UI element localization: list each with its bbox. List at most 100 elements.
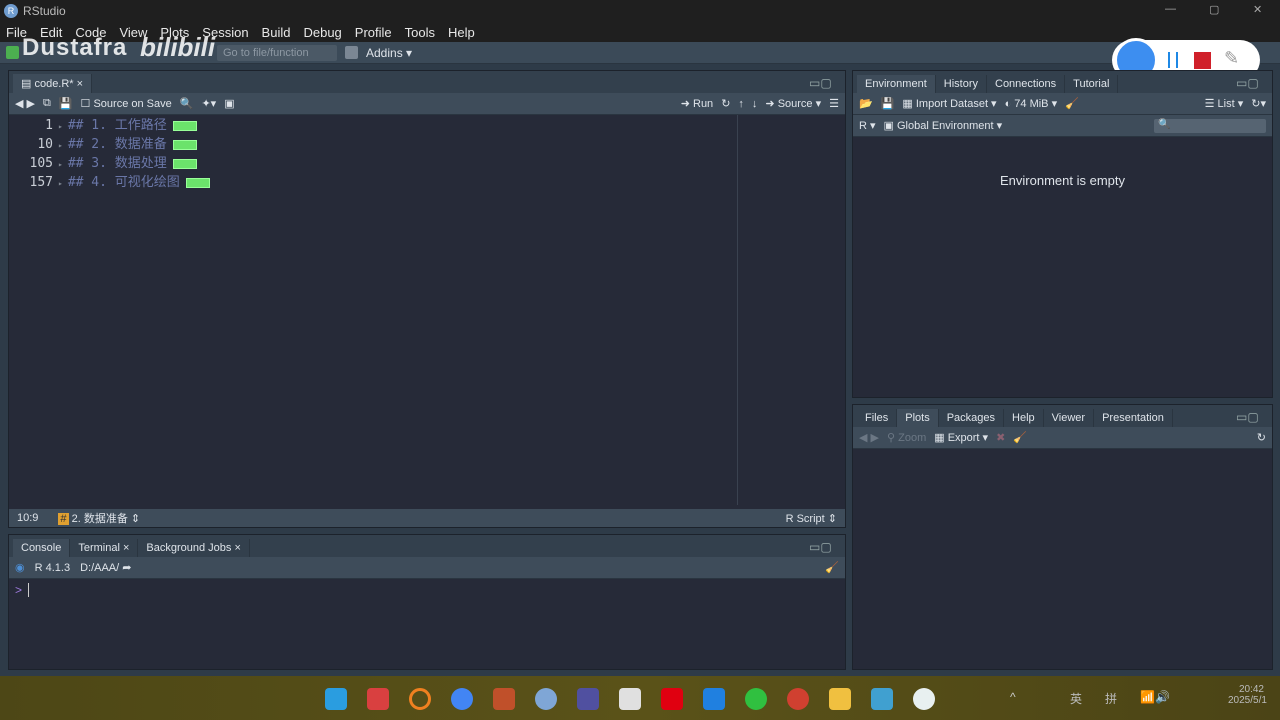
tab-plots[interactable]: Plots	[897, 409, 939, 427]
remove-plot-icon[interactable]: ✖	[996, 431, 1005, 444]
clock[interactable]: 20:42 2025/5/1	[1228, 684, 1267, 706]
refresh-icon[interactable]: ↻▾	[1251, 97, 1266, 110]
fold-arrow-icon[interactable]: ▸	[58, 141, 63, 150]
start-icon[interactable]	[325, 688, 347, 710]
close-button[interactable]: ✕	[1253, 3, 1262, 16]
section-navigator[interactable]: # 2. 数据准备 ⇕	[58, 510, 140, 526]
rerun-icon[interactable]: ↻	[721, 97, 730, 110]
load-workspace-icon[interactable]: 📂	[859, 97, 873, 110]
zotero-icon[interactable]	[619, 688, 641, 710]
notepad-icon[interactable]	[871, 688, 893, 710]
app-icon[interactable]	[367, 688, 389, 710]
source-button[interactable]: ➜ Source ▾	[765, 97, 821, 110]
app-star-icon[interactable]	[703, 688, 725, 710]
grid-app-icon[interactable]	[577, 688, 599, 710]
memory-usage[interactable]: ◐ 74 MiB ▾	[1005, 97, 1058, 110]
pause-icon[interactable]	[1168, 52, 1178, 68]
refresh-icon[interactable]: ↻	[1257, 431, 1266, 444]
fold-arrow-icon[interactable]: ▸	[58, 122, 63, 131]
language-select[interactable]: R ▾	[859, 119, 876, 132]
code-tools-icon[interactable]: ✦▾	[201, 97, 216, 110]
outline-icon[interactable]: ☰	[829, 97, 839, 110]
tab-console[interactable]: Console	[13, 539, 71, 557]
clear-plots-icon[interactable]: 🧹	[1013, 431, 1027, 444]
network-volume-icon[interactable]: 📶🔊	[1140, 690, 1170, 704]
chrome-icon[interactable]	[451, 688, 473, 710]
tab-environment[interactable]: Environment	[857, 75, 936, 93]
clear-objects-icon[interactable]: 🧹	[1065, 97, 1079, 110]
tab-code-r[interactable]: ▤ code.R* ×	[13, 74, 93, 93]
wechat-icon[interactable]	[745, 688, 767, 710]
view-mode-select[interactable]: ☰ List ▾	[1205, 97, 1244, 110]
console-input[interactable]: >	[9, 579, 845, 601]
tab-help[interactable]: Help	[1004, 409, 1044, 427]
scope-select[interactable]: ▣ Global Environment ▾	[884, 119, 1003, 132]
netease-music-icon[interactable]	[661, 688, 683, 710]
maximize-pane-icon[interactable]: ▭▢	[809, 540, 837, 554]
up-arrow-icon[interactable]: ↑	[738, 98, 744, 110]
tab-tutorial[interactable]: Tutorial	[1065, 75, 1119, 93]
menu-profile[interactable]: Profile	[355, 25, 392, 40]
maximize-pane-icon[interactable]: ▭▢	[1236, 76, 1264, 90]
tray-chevron-icon[interactable]: ^	[1010, 690, 1016, 704]
folded-marker[interactable]	[172, 139, 197, 150]
export-button[interactable]: ▦ Export ▾	[934, 431, 988, 444]
code-editor[interactable]: 1 ▸ ## 1. 工作路径 10 ▸ ## 2. 数据准备 105 ▸ ## 3. 数据处…	[9, 115, 845, 505]
powerpoint-icon[interactable]	[787, 688, 809, 710]
run-button[interactable]: ➜ Run	[681, 97, 713, 110]
tab-viewer[interactable]: Viewer	[1044, 409, 1095, 427]
plot-nav-icon[interactable]: ◀ ▶	[859, 431, 879, 444]
menu-debug[interactable]: Debug	[303, 25, 341, 40]
back-icon[interactable]: ◀ ▶	[15, 97, 35, 110]
date: 2025/5/1	[1228, 695, 1267, 706]
folded-marker[interactable]	[185, 177, 210, 188]
r-icon[interactable]	[535, 688, 557, 710]
clear-console-icon[interactable]: 🧹	[825, 561, 839, 574]
maximize-pane-icon[interactable]: ▭▢	[809, 76, 837, 90]
tab-connections[interactable]: Connections	[987, 75, 1066, 93]
tab-files[interactable]: Files	[857, 409, 898, 427]
environment-search-input[interactable]: 🔍	[1154, 118, 1266, 133]
menu-tools[interactable]: Tools	[405, 25, 435, 40]
ime-pinyin[interactable]: 拼	[1105, 690, 1117, 707]
tab-background-jobs[interactable]: Background Jobs ×	[138, 539, 250, 557]
file-explorer-icon[interactable]	[829, 688, 851, 710]
stop-icon[interactable]	[1194, 52, 1211, 69]
show-in-window-icon[interactable]: ⧉	[43, 97, 51, 110]
save-workspace-icon[interactable]: 💾	[881, 97, 895, 110]
fold-arrow-icon[interactable]: ▸	[58, 160, 63, 169]
goto-file-input[interactable]: Go to file/function	[217, 44, 337, 61]
code-line: 1 ▸ ## 1. 工作路径	[9, 117, 845, 136]
folded-marker[interactable]	[172, 120, 197, 131]
pen-icon[interactable]: ✎	[1224, 48, 1239, 69]
view-label: List	[1217, 98, 1235, 110]
app-flower-icon[interactable]	[913, 688, 935, 710]
workspace-panes-icon[interactable]	[345, 46, 358, 59]
minimize-button[interactable]: —	[1165, 3, 1176, 15]
save-icon[interactable]: 💾	[59, 97, 73, 110]
maximize-button[interactable]: ▢	[1209, 3, 1219, 16]
down-arrow-icon[interactable]: ↓	[752, 98, 758, 110]
zoom-button[interactable]: ⚲ Zoom	[887, 431, 926, 444]
tab-presentation[interactable]: Presentation	[1094, 409, 1173, 427]
ime-mode[interactable]: 英	[1070, 690, 1082, 707]
source-on-save-checkbox[interactable]: ☐ Source on Save	[81, 97, 172, 110]
filetype-selector[interactable]: R Script ⇕	[786, 512, 837, 525]
working-dir[interactable]: D:/AAA/ ➦	[80, 561, 131, 574]
tab-history[interactable]: History	[936, 75, 987, 93]
search-icon[interactable]: 🔍	[180, 97, 194, 110]
addins-menu[interactable]: Addins ▾	[366, 46, 412, 60]
new-file-icon[interactable]	[6, 46, 19, 59]
menu-build[interactable]: Build	[262, 25, 291, 40]
tab-packages[interactable]: Packages	[939, 409, 1005, 427]
import-dataset-button[interactable]: ▦ Import Dataset ▾	[902, 97, 996, 110]
menu-help[interactable]: Help	[448, 25, 475, 40]
matlab-icon[interactable]	[493, 688, 515, 710]
folded-marker[interactable]	[172, 158, 197, 169]
compile-report-icon[interactable]: ▣	[224, 97, 234, 110]
tab-terminal[interactable]: Terminal ×	[70, 539, 139, 557]
fold-arrow-icon[interactable]: ▸	[58, 179, 63, 188]
search-icon[interactable]	[409, 688, 431, 710]
maximize-pane-icon[interactable]: ▭▢	[1236, 410, 1264, 424]
prompt: >	[15, 583, 23, 597]
